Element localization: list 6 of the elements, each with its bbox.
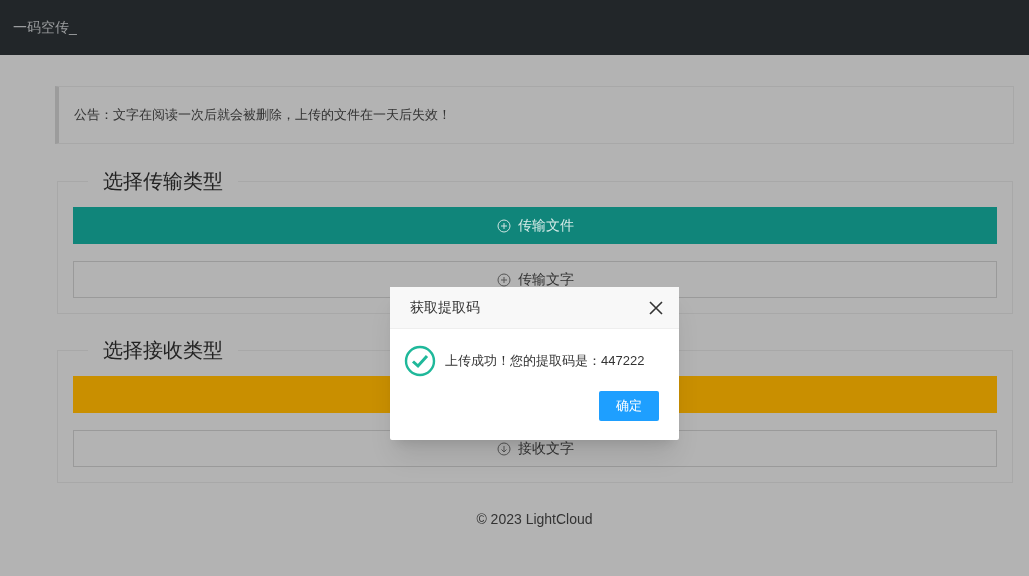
notice-banner: 公告：文字在阅读一次后就会被删除，上传的文件在一天后失效！ [55,86,1014,144]
section-legend: 选择接收类型 [88,335,238,365]
dialog-message: 上传成功！您的提取码是：447222 [445,352,645,371]
footer-text: © 2023 LightCloud [475,510,594,529]
section-legend: 选择传输类型 [88,166,238,196]
dialog-title: 获取提取码 [410,298,480,317]
